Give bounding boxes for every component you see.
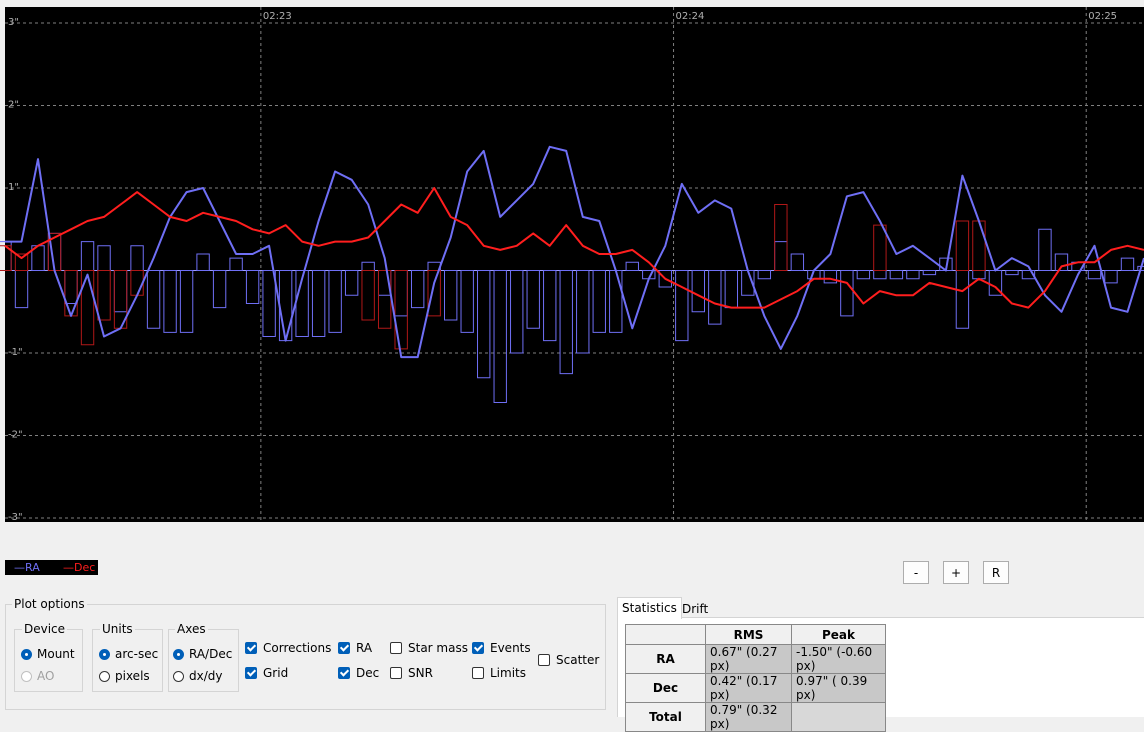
dec-checkbox[interactable]: Dec bbox=[338, 666, 379, 681]
scatter-checkbox[interactable]: Scatter bbox=[538, 653, 599, 668]
corrections-checkbox[interactable]: Corrections bbox=[245, 641, 331, 656]
tab-statistics[interactable]: Statistics bbox=[617, 597, 682, 619]
y-tick-label: 2" bbox=[8, 100, 19, 111]
events-checkbox[interactable]: Events bbox=[472, 641, 531, 656]
stats-row-label: Dec bbox=[625, 673, 706, 703]
stats-header-rms: RMS bbox=[705, 624, 792, 645]
checkbox-icon bbox=[390, 642, 402, 654]
radio-selected-icon bbox=[21, 649, 32, 660]
y-tick-label: -3" bbox=[8, 512, 23, 523]
axes-radec-radio[interactable]: RA/Dec bbox=[173, 647, 232, 662]
limits-checkbox[interactable]: Limits bbox=[472, 666, 526, 681]
radio-icon bbox=[99, 671, 110, 682]
stats-peak-cell: 0.97" ( 0.39 px) bbox=[791, 673, 886, 703]
checkbox-checked-icon bbox=[338, 667, 350, 679]
ra-checkbox[interactable]: RA bbox=[338, 641, 372, 656]
stats-peak-cell: -1.50" (-0.60 px) bbox=[791, 644, 886, 674]
table-row: Total 0.79" (0.32 px) bbox=[625, 702, 886, 732]
device-mount-radio[interactable]: Mount bbox=[21, 647, 75, 662]
checkbox-icon bbox=[538, 654, 550, 666]
legend-ra: —RA bbox=[14, 561, 40, 574]
x-tick-label: 02:25 bbox=[1088, 11, 1117, 22]
y-tick-label: 3" bbox=[8, 17, 19, 28]
checkbox-checked-icon bbox=[245, 667, 257, 679]
grid-checkbox[interactable]: Grid bbox=[245, 666, 288, 681]
units-arcsec-radio[interactable]: arc-sec bbox=[99, 647, 158, 662]
checkbox-checked-icon bbox=[472, 642, 484, 654]
snr-checkbox[interactable]: SNR bbox=[390, 666, 433, 681]
y-tick-label: 1" bbox=[8, 182, 19, 193]
x-tick-label: 02:23 bbox=[263, 11, 292, 22]
graph-legend: —RA —Dec bbox=[5, 560, 98, 575]
units-pixels-radio[interactable]: pixels bbox=[99, 669, 150, 684]
y-tick-label: -1" bbox=[8, 347, 23, 358]
stats-peak-cell bbox=[791, 702, 886, 732]
checkbox-checked-icon bbox=[245, 642, 257, 654]
stats-rms-cell: 0.67" (0.27 px) bbox=[705, 644, 792, 674]
zoom-in-button[interactable]: + bbox=[943, 561, 969, 584]
units-title: Units bbox=[100, 622, 135, 636]
y-tick-label: -2" bbox=[8, 430, 23, 441]
table-row: Dec 0.42" (0.17 px) 0.97" ( 0.39 px) bbox=[625, 673, 886, 703]
stats-row-label: RA bbox=[625, 644, 706, 674]
checkbox-icon bbox=[390, 667, 402, 679]
star-mass-checkbox[interactable]: Star mass bbox=[390, 641, 468, 656]
device-title: Device bbox=[22, 622, 68, 636]
x-tick-label: 02:24 bbox=[676, 11, 705, 22]
axes-title: Axes bbox=[175, 622, 208, 636]
table-row: RA 0.67" (0.27 px) -1.50" (-0.60 px) bbox=[625, 644, 886, 674]
zoom-out-button[interactable]: - bbox=[903, 561, 929, 584]
plot-options-title: Plot options bbox=[12, 597, 87, 611]
stats-rms-cell: 0.42" (0.17 px) bbox=[705, 673, 792, 703]
radio-icon bbox=[21, 671, 32, 682]
legend-dec: —Dec bbox=[63, 561, 96, 574]
radio-selected-icon bbox=[173, 649, 184, 660]
guide-graph[interactable]: 3" 2" 1" -1" -2" -3" 02:23 02:24 02:25 bbox=[0, 0, 1144, 528]
stats-row-label: Total bbox=[625, 702, 706, 732]
checkbox-icon bbox=[472, 667, 484, 679]
device-ao-radio: AO bbox=[21, 669, 54, 684]
axes-dxdy-radio[interactable]: dx/dy bbox=[173, 669, 222, 684]
tab-drift[interactable]: Drift bbox=[678, 599, 712, 619]
radio-icon bbox=[173, 671, 184, 682]
stats-header-peak: Peak bbox=[791, 624, 886, 645]
radio-selected-icon bbox=[99, 649, 110, 660]
stats-corner-cell bbox=[625, 624, 706, 645]
stats-rms-cell: 0.79" (0.32 px) bbox=[705, 702, 792, 732]
checkbox-checked-icon bbox=[338, 642, 350, 654]
reset-zoom-button[interactable]: R bbox=[983, 561, 1009, 584]
